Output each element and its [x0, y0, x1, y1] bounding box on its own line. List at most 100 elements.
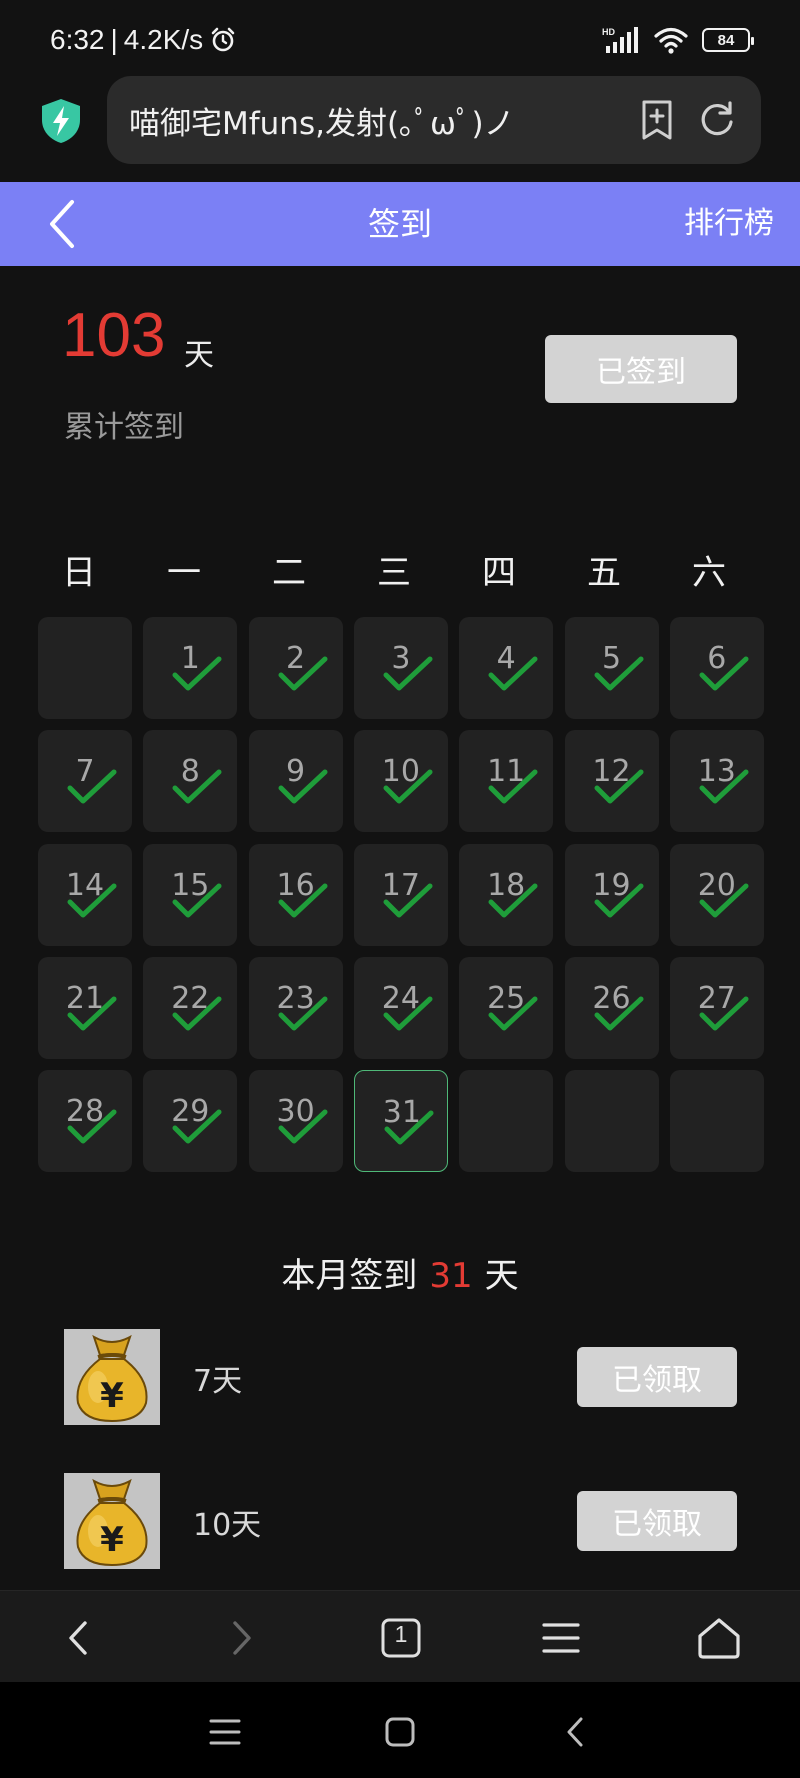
total-days-unit: 天 — [184, 338, 214, 373]
browser-address-bar: 喵御宅Mfuns,发射(｡ﾟωﾟ)ノ — [0, 76, 800, 168]
refresh-icon[interactable] — [695, 98, 739, 142]
menu-icon[interactable] — [536, 1613, 586, 1663]
total-days-label: 累计签到 — [64, 410, 184, 445]
calendar-day: 9 — [248, 730, 343, 833]
calendar-day: 28 — [38, 1070, 132, 1173]
svg-text:¥: ¥ — [100, 1376, 124, 1416]
calendar-day: 20 — [669, 843, 764, 946]
month-signed-count: 31 — [429, 1256, 473, 1296]
calendar-day: 8 — [143, 730, 238, 833]
calendar-day: 5 — [564, 617, 659, 719]
claimed-button[interactable]: 已领取 — [577, 1347, 737, 1407]
home-square-icon[interactable] — [380, 1712, 420, 1752]
claimed-button[interactable]: 已领取 — [577, 1491, 737, 1551]
month-summary: 本月签到 31 天 — [0, 1248, 800, 1297]
checkmark-icon — [67, 1109, 117, 1144]
calendar-day: 31 — [353, 1070, 448, 1173]
page-title: 签到 — [367, 205, 432, 243]
weekday-label: 二 — [272, 553, 306, 593]
calendar-day: 17 — [353, 843, 448, 946]
tab-count: 1 — [394, 1621, 408, 1647]
checkmark-icon — [383, 769, 433, 804]
calendar-day: 30 — [248, 1070, 343, 1173]
checkmark-icon — [172, 996, 222, 1031]
status-bar: 6:32 | 4.2K/s HD 84 — [0, 0, 800, 80]
home-icon[interactable] — [694, 1613, 744, 1663]
checkmark-icon — [383, 996, 433, 1031]
total-days-count: 103 — [62, 301, 166, 370]
calendar-day: 19 — [564, 843, 659, 946]
month-summary-prefix: 本月签到 — [281, 1256, 418, 1296]
checkmark-icon — [67, 996, 117, 1031]
app-header: 签到 排行榜 — [0, 182, 800, 266]
checkmark-icon — [278, 656, 328, 691]
calendar-day: 23 — [248, 956, 343, 1059]
tabs-icon[interactable]: 1 — [376, 1613, 426, 1663]
battery-level: 84 — [717, 31, 735, 49]
system-back-icon[interactable] — [556, 1712, 596, 1752]
status-net-speed: 4.2K/s — [123, 24, 204, 55]
url-field[interactable]: 喵御宅Mfuns,发射(｡ﾟωﾟ)ノ — [107, 76, 761, 164]
reward-label: 7天 — [193, 1364, 243, 1399]
calendar-empty-cell — [459, 1070, 554, 1173]
calendar-day: 29 — [143, 1070, 238, 1173]
checkmark-icon — [699, 769, 749, 804]
checkmark-icon — [172, 769, 222, 804]
checkmark-icon — [699, 656, 749, 691]
calendar-day: 10 — [353, 730, 448, 833]
calendar-day: 11 — [459, 730, 554, 833]
status-separator: | — [110, 24, 118, 55]
calendar-day: 6 — [669, 617, 764, 719]
battery-icon: 84 — [702, 28, 754, 52]
checkmark-icon — [383, 883, 433, 918]
calendar-day: 18 — [459, 843, 554, 946]
money-bag-graphic: ¥ — [64, 1329, 160, 1425]
shield-icon[interactable] — [40, 98, 82, 144]
checkmark-icon — [278, 996, 328, 1031]
browser-bottom-nav: 1 — [0, 1590, 800, 1682]
calendar-day: 22 — [143, 956, 238, 1059]
ranking-link[interactable]: 排行榜 — [684, 182, 774, 266]
url-text[interactable]: 喵御宅Mfuns,发射(｡ﾟωﾟ)ノ — [129, 98, 609, 143]
checkmark-icon — [278, 769, 328, 804]
back-icon[interactable] — [54, 1613, 104, 1663]
signal-icon: HD — [602, 27, 638, 53]
system-nav-bar — [0, 1682, 800, 1778]
forward-icon[interactable] — [216, 1613, 266, 1663]
weekday-label: 日 — [62, 553, 96, 593]
weekday-label: 三 — [377, 553, 411, 593]
calendar-day: 12 — [564, 730, 659, 833]
checkmark-icon — [278, 883, 328, 918]
add-bookmark-icon[interactable] — [635, 98, 679, 142]
calendar-day: 1 — [143, 617, 238, 719]
signed-in-button[interactable]: 已签到 — [545, 335, 737, 403]
calendar-empty-cell — [669, 1070, 764, 1173]
calendar-empty-cell — [38, 617, 132, 719]
calendar-day: 21 — [38, 956, 132, 1059]
calendar-day: 27 — [669, 956, 764, 1059]
checkmark-icon — [594, 996, 643, 1031]
checkmark-icon — [699, 883, 749, 918]
calendar-day: 16 — [248, 843, 343, 946]
checkmark-icon — [488, 656, 538, 691]
calendar-day: 24 — [353, 956, 448, 1059]
calendar-day: 26 — [564, 956, 659, 1059]
network-badge: HD — [602, 27, 615, 37]
checkmark-icon — [67, 769, 117, 804]
recent-apps-icon[interactable] — [205, 1712, 245, 1752]
calendar-day: 7 — [38, 730, 132, 833]
calendar-day: 15 — [143, 843, 238, 946]
checkmark-icon — [172, 1109, 222, 1144]
alarm-icon — [211, 27, 235, 52]
checkmark-icon — [488, 769, 538, 804]
checkmark-icon — [488, 883, 538, 918]
checkmark-icon — [383, 656, 433, 691]
calendar-day: 25 — [459, 956, 554, 1059]
calendar-day: 4 — [459, 617, 554, 719]
calendar-day: 13 — [669, 730, 764, 833]
status-right: HD 84 — [602, 26, 754, 54]
checkmark-icon — [67, 883, 117, 918]
wifi-icon — [654, 27, 688, 54]
checkmark-icon — [384, 1110, 434, 1145]
money-bag-icon: ¥ — [64, 1473, 160, 1569]
